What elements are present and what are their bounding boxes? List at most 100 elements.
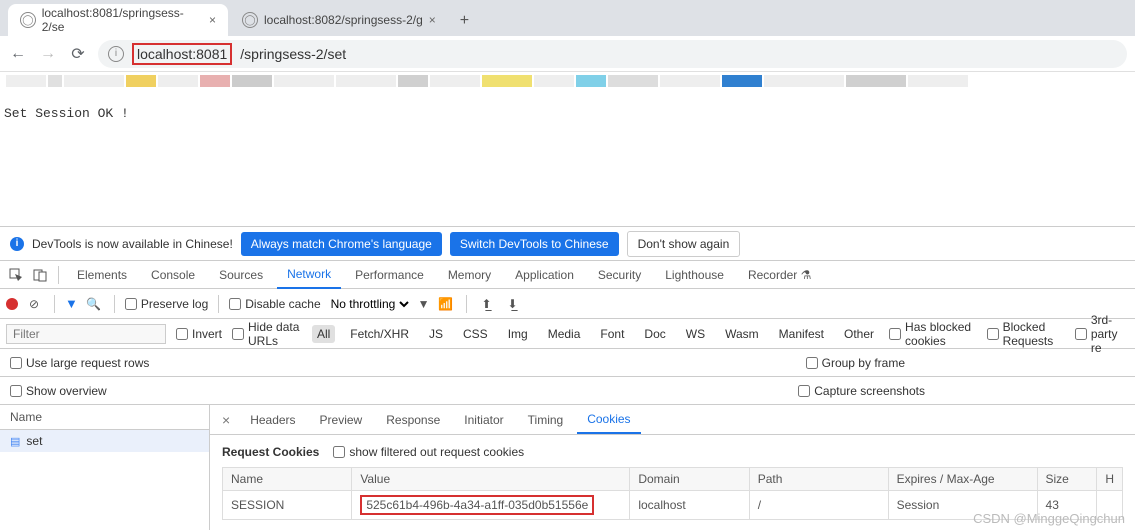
cookie-path: / — [749, 491, 888, 520]
filter-type-ws[interactable]: WS — [681, 325, 710, 343]
col-name[interactable]: Name — [223, 468, 352, 491]
detail-tab-response[interactable]: Response — [376, 407, 450, 433]
close-icon[interactable]: × — [429, 13, 436, 27]
show-filtered-cookies-checkbox[interactable]: show filtered out request cookies — [333, 445, 524, 459]
col-value[interactable]: Value — [352, 468, 630, 491]
always-match-language-button[interactable]: Always match Chrome's language — [241, 232, 442, 256]
url-bar: ← → ⟳ i localhost:8081/springsess-2/set — [0, 36, 1135, 72]
col-httponly[interactable]: H — [1097, 468, 1123, 491]
upload-icon[interactable]: ⬆̲ — [477, 297, 497, 311]
filter-type-manifest[interactable]: Manifest — [774, 325, 829, 343]
network-toolbar: ⊘ ▼ 🔍 Preserve log Disable cache No thro… — [0, 289, 1135, 319]
invert-checkbox[interactable]: Invert — [176, 327, 222, 341]
address-field[interactable]: i localhost:8081/springsess-2/set — [98, 40, 1127, 68]
forward-button[interactable]: → — [38, 45, 58, 63]
notice-text: DevTools is now available in Chinese! — [32, 237, 233, 251]
tab-lighthouse[interactable]: Lighthouse — [655, 262, 734, 288]
cookie-name: SESSION — [223, 491, 352, 520]
large-request-rows-checkbox[interactable]: Use large request rows — [10, 356, 149, 370]
devtools-tab-strip: Elements Console Sources Network Perform… — [0, 261, 1135, 289]
tab-console[interactable]: Console — [141, 262, 205, 288]
request-list-item[interactable]: ▤ set — [0, 430, 209, 452]
download-icon[interactable]: ⬇̲ — [503, 297, 523, 311]
devtools-panel: i DevTools is now available in Chinese! … — [0, 226, 1135, 530]
close-detail-button[interactable]: × — [216, 412, 236, 428]
network-filter-bar: Invert Hide data URLs All Fetch/XHR JS C… — [0, 319, 1135, 349]
cookie-expires: Session — [888, 491, 1037, 520]
cookies-table: Name Value Domain Path Expires / Max-Age… — [222, 467, 1123, 520]
request-list: Name ▤ set — [0, 405, 210, 530]
filter-type-js[interactable]: JS — [424, 325, 448, 343]
detail-tab-cookies[interactable]: Cookies — [577, 406, 640, 434]
search-icon[interactable]: 🔍 — [84, 297, 104, 311]
clear-button[interactable]: ⊘ — [24, 297, 44, 311]
filter-type-other[interactable]: Other — [839, 325, 879, 343]
detail-tab-headers[interactable]: Headers — [240, 407, 305, 433]
preserve-log-checkbox[interactable]: Preserve log — [125, 297, 208, 311]
show-overview-checkbox[interactable]: Show overview — [10, 384, 107, 398]
info-icon[interactable]: i — [108, 46, 124, 62]
hide-data-urls-checkbox[interactable]: Hide data URLs — [232, 320, 302, 348]
detail-tab-initiator[interactable]: Initiator — [454, 407, 513, 433]
col-expires[interactable]: Expires / Max-Age — [888, 468, 1037, 491]
col-size[interactable]: Size — [1037, 468, 1097, 491]
tab-performance[interactable]: Performance — [345, 262, 434, 288]
filter-type-wasm[interactable]: Wasm — [720, 325, 764, 343]
switch-devtools-language-button[interactable]: Switch DevTools to Chinese — [450, 232, 619, 256]
filter-icon[interactable]: ▼ — [65, 296, 78, 311]
table-row[interactable]: SESSION 525c61b4-496b-4a34-a1ff-035d0b51… — [223, 491, 1123, 520]
chevron-down-icon: ▼ — [418, 297, 430, 311]
tab-security[interactable]: Security — [588, 262, 651, 288]
record-button[interactable] — [6, 298, 18, 310]
url-path: /springsess-2/set — [240, 46, 346, 62]
browser-tab-1[interactable]: ◯ localhost:8081/springsess-2/se × — [8, 4, 228, 36]
disable-cache-checkbox[interactable]: Disable cache — [229, 297, 320, 311]
tab-network[interactable]: Network — [277, 261, 341, 289]
request-name: set — [26, 434, 42, 448]
close-icon[interactable]: × — [209, 13, 216, 27]
tab-title: localhost:8081/springsess-2/se — [42, 6, 203, 34]
filter-type-media[interactable]: Media — [543, 325, 586, 343]
blocked-requests-checkbox[interactable]: Blocked Requests — [987, 320, 1065, 348]
col-domain[interactable]: Domain — [630, 468, 749, 491]
tab-sources[interactable]: Sources — [209, 262, 273, 288]
globe-icon: ◯ — [20, 12, 36, 28]
reload-button[interactable]: ⟳ — [68, 44, 88, 64]
inspect-icon[interactable] — [6, 268, 26, 282]
tab-memory[interactable]: Memory — [438, 262, 501, 288]
wifi-icon[interactable]: 📶 — [436, 297, 456, 311]
filter-input[interactable] — [6, 324, 166, 344]
tab-elements[interactable]: Elements — [67, 262, 137, 288]
browser-tab-2[interactable]: ◯ localhost:8082/springsess-2/g × — [230, 4, 448, 36]
globe-icon: ◯ — [242, 12, 258, 28]
network-body: Name ▤ set × Headers Preview Response In… — [0, 405, 1135, 530]
filter-type-css[interactable]: CSS — [458, 325, 493, 343]
group-by-frame-checkbox[interactable]: Group by frame — [806, 356, 905, 370]
filter-type-all[interactable]: All — [312, 325, 335, 343]
filter-type-img[interactable]: Img — [503, 325, 533, 343]
detail-tab-timing[interactable]: Timing — [518, 407, 574, 433]
info-icon: i — [10, 237, 24, 251]
capture-screenshots-checkbox[interactable]: Capture screenshots — [798, 384, 925, 398]
request-cookies-title: Request Cookies — [222, 445, 319, 459]
cookie-size: 43 — [1037, 491, 1097, 520]
request-list-header: Name — [0, 405, 209, 430]
network-options-row-2: Show overview Capture screenshots — [0, 377, 1135, 405]
filter-type-font[interactable]: Font — [595, 325, 629, 343]
dont-show-again-button[interactable]: Don't show again — [627, 231, 741, 257]
url-host-highlight: localhost:8081 — [132, 43, 232, 65]
back-button[interactable]: ← — [8, 45, 28, 63]
col-path[interactable]: Path — [749, 468, 888, 491]
throttling-select[interactable]: No throttling — [327, 296, 412, 312]
network-options-row-1: Use large request rows Group by frame — [0, 349, 1135, 377]
detail-tab-preview[interactable]: Preview — [310, 407, 373, 433]
device-toggle-icon[interactable] — [30, 268, 50, 282]
tab-recorder[interactable]: Recorder ⚗ — [738, 262, 821, 288]
has-blocked-cookies-checkbox[interactable]: Has blocked cookies — [889, 320, 977, 348]
new-tab-button[interactable]: + — [450, 6, 479, 36]
tab-application[interactable]: Application — [505, 262, 584, 288]
tab-title: localhost:8082/springsess-2/g — [264, 13, 423, 27]
filter-type-fetchxhr[interactable]: Fetch/XHR — [345, 325, 414, 343]
filter-type-doc[interactable]: Doc — [639, 325, 670, 343]
cookie-value-highlight: 525c61b4-496b-4a34-a1ff-035d0b51556e — [360, 495, 594, 515]
